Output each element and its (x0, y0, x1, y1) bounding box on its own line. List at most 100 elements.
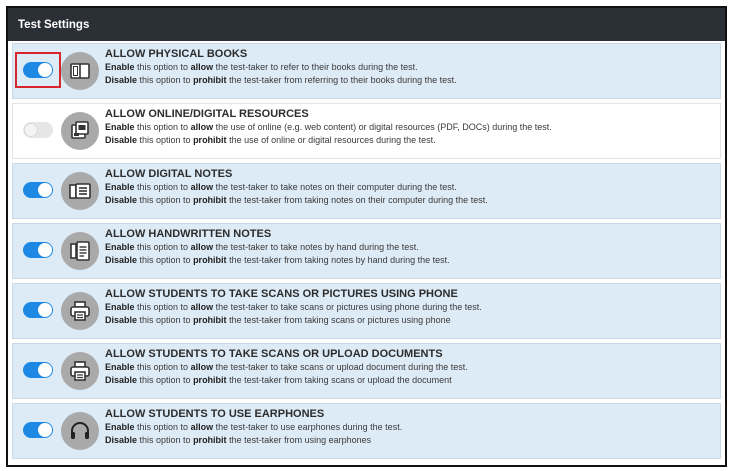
digital-notes-icon (61, 172, 99, 210)
allow-keyword: allow (190, 182, 214, 192)
setting-toggle[interactable] (23, 362, 53, 378)
enable-rest-text: the test-taker to take scans or pictures… (213, 302, 482, 312)
headphones-icon (61, 412, 99, 450)
enable-mid-text: this option to (134, 242, 191, 252)
setting-text: ALLOW PHYSICAL BOOKS Enable this option t… (105, 48, 712, 87)
disable-mid-text: this option to (137, 195, 194, 205)
disable-mid-text: this option to (137, 315, 194, 325)
enable-mid-text: this option to (134, 62, 191, 72)
enable-keyword: Enable (105, 122, 135, 132)
panel-header: Test Settings (8, 8, 725, 41)
prohibit-keyword: prohibit (193, 375, 227, 385)
setting-toggle[interactable] (23, 62, 53, 78)
enable-description: Enable this option to allow the test-tak… (105, 361, 712, 374)
setting-title: ALLOW STUDENTS TO TAKE SCANS OR PICTURES… (105, 288, 458, 300)
setting-title: ALLOW STUDENTS TO TAKE SCANS OR UPLOAD D… (105, 348, 443, 360)
toggle-wrapper[interactable] (21, 358, 55, 382)
disable-description: Disable this option to prohibit the test… (105, 374, 712, 387)
allow-keyword: allow (190, 62, 214, 72)
setting-text: ALLOW DIGITAL NOTES Enable this option to… (105, 168, 712, 207)
panel-title: Test Settings (18, 18, 90, 31)
enable-description: Enable this option to allow the test-tak… (105, 61, 712, 74)
enable-description: Enable this option to allow the use of o… (105, 121, 712, 134)
disable-rest-text: the test-taker from taking notes by hand… (226, 255, 450, 265)
disable-description: Disable this option to prohibit the test… (105, 74, 712, 87)
toggle-wrapper[interactable] (21, 298, 55, 322)
allow-keyword: allow (190, 242, 214, 252)
disable-keyword: Disable (105, 315, 138, 325)
setting-text: ALLOW STUDENTS TO TAKE SCANS OR UPLOAD D… (105, 348, 712, 387)
settings-list: ALLOW PHYSICAL BOOKS Enable this option t… (8, 41, 725, 459)
toggle-wrapper[interactable] (21, 418, 55, 442)
printer-icon (61, 352, 99, 390)
setting-title: ALLOW ONLINE/DIGITAL RESOURCES (105, 108, 309, 120)
enable-keyword: Enable (105, 182, 135, 192)
enable-mid-text: this option to (134, 182, 191, 192)
disable-description: Disable this option to prohibit the test… (105, 254, 712, 267)
setting-row-scans-pictures-phone: ALLOW STUDENTS TO TAKE SCANS OR PICTURES… (12, 283, 721, 339)
prohibit-keyword: prohibit (193, 435, 227, 445)
toggle-wrapper[interactable] (21, 238, 55, 262)
enable-rest-text: the test-taker to take scans or upload d… (213, 362, 468, 372)
prohibit-keyword: prohibit (193, 75, 227, 85)
disable-keyword: Disable (105, 195, 138, 205)
setting-row-online-digital-resources: ALLOW ONLINE/DIGITAL RESOURCES Enable thi… (12, 103, 721, 159)
enable-keyword: Enable (105, 62, 135, 72)
setting-toggle[interactable] (23, 422, 53, 438)
digital-resources-icon (61, 112, 99, 150)
prohibit-keyword: prohibit (193, 195, 227, 205)
setting-row-digital-notes: ALLOW DIGITAL NOTES Enable this option to… (12, 163, 721, 219)
setting-toggle[interactable] (23, 242, 53, 258)
setting-toggle[interactable] (23, 302, 53, 318)
toggle-wrapper[interactable] (21, 178, 55, 202)
prohibit-keyword: prohibit (193, 135, 227, 145)
disable-rest-text: the use of online or digital resources d… (226, 135, 436, 145)
setting-toggle[interactable] (23, 182, 53, 198)
setting-title: ALLOW STUDENTS TO USE EARPHONES (105, 408, 325, 420)
enable-description: Enable this option to allow the test-tak… (105, 181, 712, 194)
printer-icon (61, 292, 99, 330)
disable-mid-text: this option to (137, 255, 194, 265)
prohibit-keyword: prohibit (193, 315, 227, 325)
disable-rest-text: the test-taker from using earphones (226, 435, 372, 445)
disable-keyword: Disable (105, 135, 138, 145)
toggle-wrapper[interactable] (21, 118, 55, 142)
test-settings-panel: Test Settings ALLOW PHYSICAL BOOKS Enable… (6, 6, 727, 467)
enable-rest-text: the use of online (e.g. web content) or … (213, 122, 552, 132)
disable-keyword: Disable (105, 75, 138, 85)
setting-row-physical-books: ALLOW PHYSICAL BOOKS Enable this option t… (12, 43, 721, 99)
enable-mid-text: this option to (134, 122, 191, 132)
disable-rest-text: the test-taker from referring to their b… (226, 75, 457, 85)
setting-title: ALLOW HANDWRITTEN NOTES (105, 228, 272, 240)
allow-keyword: allow (190, 422, 214, 432)
enable-keyword: Enable (105, 362, 135, 372)
setting-text: ALLOW HANDWRITTEN NOTES Enable this optio… (105, 228, 712, 267)
enable-keyword: Enable (105, 422, 135, 432)
disable-rest-text: the test-taker from taking scans or pict… (226, 315, 451, 325)
disable-mid-text: this option to (137, 135, 194, 145)
disable-rest-text: the test-taker from taking scans or uplo… (226, 375, 452, 385)
enable-keyword: Enable (105, 302, 135, 312)
disable-description: Disable this option to prohibit the use … (105, 134, 712, 147)
setting-text: ALLOW STUDENTS TO USE EARPHONES Enable th… (105, 408, 712, 447)
enable-rest-text: the test-taker to refer to their books d… (213, 62, 418, 72)
allow-keyword: allow (190, 302, 214, 312)
setting-text: ALLOW STUDENTS TO TAKE SCANS OR PICTURES… (105, 288, 712, 327)
disable-keyword: Disable (105, 255, 138, 265)
prohibit-keyword: prohibit (193, 255, 227, 265)
enable-mid-text: this option to (134, 302, 191, 312)
enable-description: Enable this option to allow the test-tak… (105, 421, 712, 434)
enable-rest-text: the test-taker to use earphones during t… (213, 422, 403, 432)
disable-description: Disable this option to prohibit the test… (105, 194, 712, 207)
enable-mid-text: this option to (134, 422, 191, 432)
disable-mid-text: this option to (137, 75, 194, 85)
allow-keyword: allow (190, 362, 214, 372)
disable-keyword: Disable (105, 375, 138, 385)
enable-rest-text: the test-taker to take notes on their co… (213, 182, 457, 192)
setting-text: ALLOW ONLINE/DIGITAL RESOURCES Enable thi… (105, 108, 712, 147)
setting-title: ALLOW DIGITAL NOTES (105, 168, 233, 180)
disable-mid-text: this option to (137, 375, 194, 385)
disable-rest-text: the test-taker from taking notes on thei… (226, 195, 488, 205)
toggle-wrapper[interactable] (15, 52, 61, 88)
setting-toggle[interactable] (23, 122, 53, 138)
